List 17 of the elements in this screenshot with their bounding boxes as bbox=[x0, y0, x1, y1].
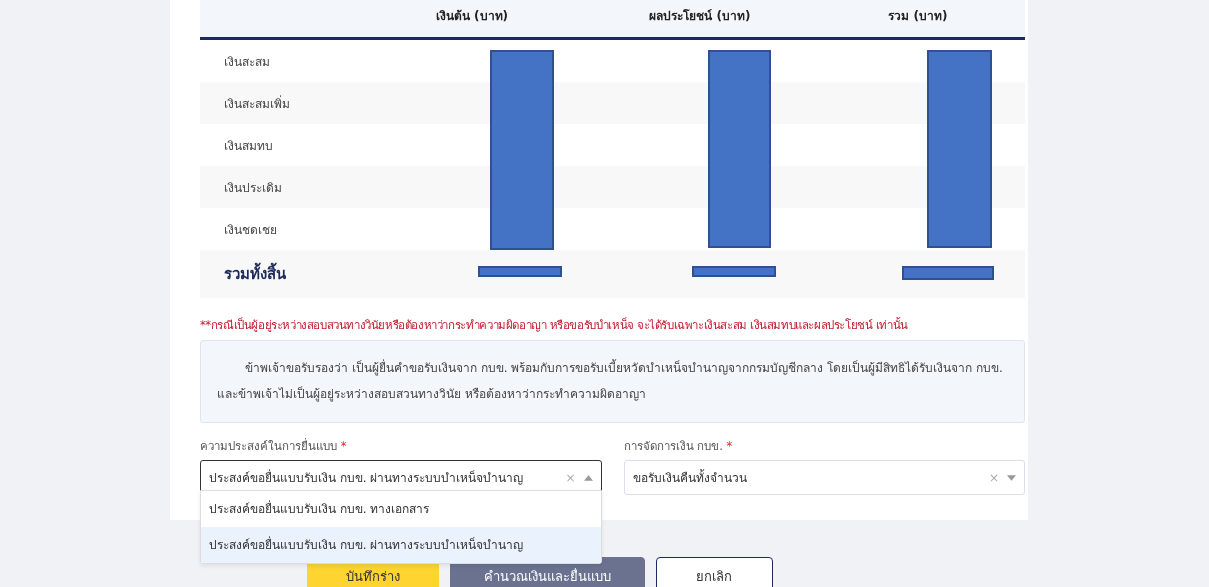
row-label: เงินประเดิม bbox=[224, 180, 282, 195]
column-header: รวม (บาท) bbox=[888, 8, 948, 25]
column-header: ผลประโยชน์ (บาท) bbox=[649, 8, 751, 25]
cancel-button[interactable]: ยกเลิก bbox=[655, 557, 773, 587]
caret-icon[interactable] bbox=[1007, 474, 1016, 481]
field-label: ความประสงค์ในการยื่นแบบ * bbox=[200, 437, 348, 455]
field-label: การจัดการเงิน กบข. * bbox=[623, 438, 734, 455]
select-field[interactable]: ขอรับเงินคืนทั้งจำนวน × bbox=[623, 460, 1025, 495]
row-label: เงินสะสมเพิ่ม bbox=[224, 96, 290, 111]
row-label: เงินสมทบ bbox=[224, 138, 273, 153]
row-label: เงินสะสม bbox=[224, 54, 270, 69]
row-label: เงินชดเชย bbox=[224, 222, 277, 237]
warning-note: **กรณีเป็นผู้อยู่ระหว่างสอบสวนทางวินัยหรือต้องหาว่ากระทำความผิดอาญา หรือขอรับบำเหน็จ จะได้รับเฉพาะเงินสะสม เงินสมทบและผลประโยชน์ เท่านั้น bbox=[200, 316, 909, 334]
declaration-text: ข้าพเจ้าขอรับรองว่า เป็นผู้ยื่นคำขอรับเงินจาก กบข. พร้อมกับการขอรับเบี้ยหวัดบำเหน็จบำนาญจากกรมบัญชีกลาง โดยเป็นผู้มีสิทธิได้รับเงินจาก กบข. และข้าพเจ้าไม่เป็นผู้อยู่ระหว่างสอบสวนทางวินัย หรือต้องหาว่ากระทำความผิดอาญา bbox=[217, 358, 1004, 404]
dropdown-option[interactable]: ประสงค์ขอยื่นแบบรับเงิน กบข. ผ่านทางระบบบำเหน็จบำนาญ bbox=[201, 527, 601, 563]
caret-icon[interactable] bbox=[583, 474, 593, 481]
column-header: เงินต้น (บาท) bbox=[435, 8, 509, 25]
